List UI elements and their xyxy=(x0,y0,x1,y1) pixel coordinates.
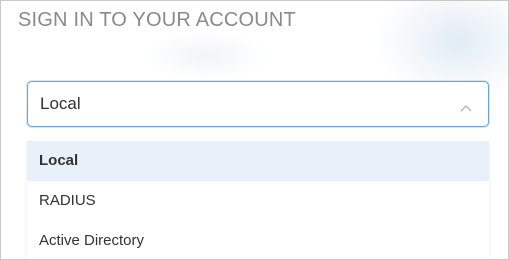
sign-in-panel: SIGN IN TO YOUR ACCOUNT Local Local RADI… xyxy=(0,0,509,260)
chevron-up-icon[interactable] xyxy=(460,100,472,112)
auth-method-select[interactable]: Local xyxy=(27,81,489,127)
auth-method-dropdown: Local RADIUS Active Directory xyxy=(27,141,489,259)
dropdown-option-active-directory[interactable]: Active Directory xyxy=(27,221,489,259)
background-decoration xyxy=(141,31,271,81)
dropdown-option-radius[interactable]: RADIUS xyxy=(27,181,489,221)
dropdown-option-local[interactable]: Local xyxy=(27,141,489,181)
page-title: SIGN IN TO YOUR ACCOUNT xyxy=(18,9,296,31)
auth-method-selected-value: Local xyxy=(40,94,81,113)
